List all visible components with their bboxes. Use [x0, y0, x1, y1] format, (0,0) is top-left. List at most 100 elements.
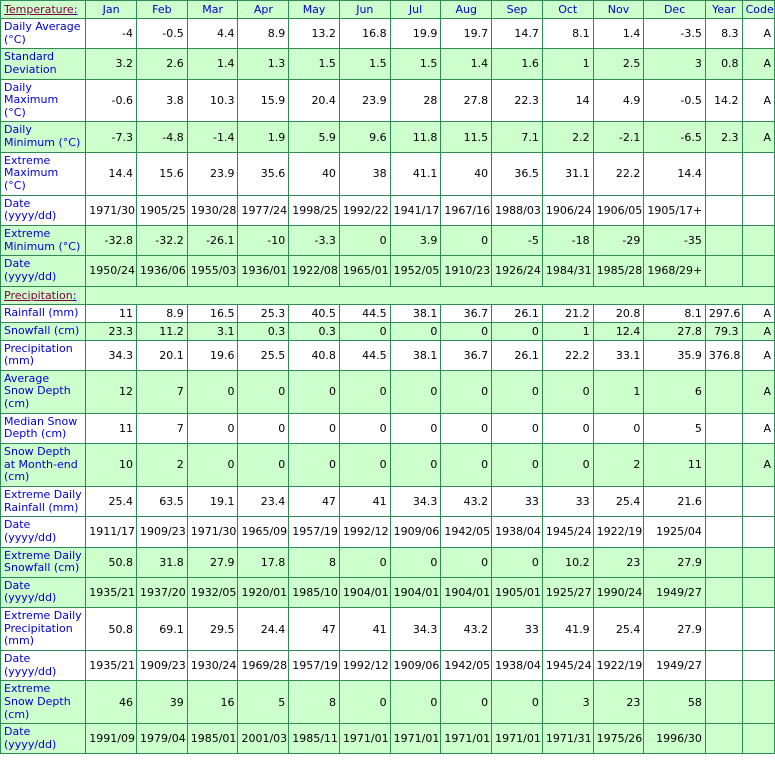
cell-sep: 26.1 — [491, 303, 543, 323]
cell-oct: 31.1 — [541, 151, 594, 196]
cell-jul: 1909/06 — [389, 516, 442, 548]
cell-aug: 36.7 — [440, 303, 493, 323]
cell-jun: 1904/01+ — [338, 576, 391, 609]
cell-feb: 1909/23 — [136, 516, 188, 548]
cell-apr: 1969/28 — [237, 649, 290, 682]
cell-jan: 46 — [85, 680, 137, 725]
cell-mar: 10.3 — [186, 78, 239, 123]
column-header-may: May — [288, 0, 340, 19]
column-header-jul: Jul — [389, 0, 442, 19]
cell-nov: 1.4 — [592, 17, 645, 50]
cell-feb: -4.8 — [136, 121, 188, 153]
cell-mar: 4.4 — [186, 17, 239, 50]
cell-feb: 63.5 — [136, 485, 188, 518]
cell-jun: 1.5 — [338, 48, 391, 80]
cell-sep: 36.5 — [491, 151, 543, 196]
cell-code — [741, 723, 775, 755]
cell-sep: 0 — [491, 546, 543, 578]
cell-jul: 3.9 — [389, 224, 442, 257]
cell-oct: 2.2 — [541, 121, 594, 153]
cell-apr: 0 — [237, 443, 290, 487]
cell-jun: 1992/22 — [338, 194, 391, 226]
cell-nov: 1922/19 — [592, 516, 645, 548]
cell-feb: 1979/04 — [136, 723, 188, 755]
cell-jul: 19.9 — [389, 17, 442, 50]
cell-feb: 7 — [136, 369, 188, 414]
cell-code — [741, 607, 775, 651]
cell-year — [704, 194, 743, 226]
cell-code: A — [741, 78, 775, 123]
cell-may: 1998/25 — [288, 194, 340, 226]
cell-code: A — [741, 121, 775, 153]
cell-may: 40.8 — [288, 339, 340, 371]
table-row: Date (yyyy/dd) 1911/17 1909/23 1971/30 1965/… — [0, 516, 775, 548]
cell-feb: 1937/20 — [136, 576, 188, 609]
table-row: Snowfall (cm) 23.3 11.2 3.1 0.3 0.3 0 0 0 0 1 12.4 2… — [0, 321, 775, 341]
cell-dec: 6 — [643, 369, 706, 414]
cell-nov: -2.1 — [592, 121, 645, 153]
cell-aug: 0 — [440, 443, 493, 487]
row-label: Date (yyyy/dd) — [0, 576, 87, 609]
cell-sep: 1971/01+ — [491, 723, 543, 755]
cell-feb: 8.9 — [136, 303, 188, 323]
cell-feb: 31.8 — [136, 546, 188, 578]
cell-may: 47 — [288, 485, 340, 518]
cell-jun: 1992/12 — [338, 649, 391, 682]
cell-apr: 25.5 — [237, 339, 290, 371]
table-row: Precipitation (mm) 34.3 20.1 19.6 25.5 40.8 44… — [0, 339, 775, 371]
cell-may: 0 — [288, 443, 340, 487]
cell-jul: 34.3 — [389, 485, 442, 518]
cell-jul: 1941/17 — [389, 194, 442, 226]
cell-apr: 23.4 — [237, 485, 290, 518]
row-label: Standard Deviation — [0, 48, 87, 80]
cell-jan: 10 — [85, 443, 137, 487]
cell-aug: 43.2 — [440, 607, 493, 651]
cell-year — [704, 255, 743, 287]
cell-year: 297.6 — [704, 303, 743, 323]
column-header-jun: Jun — [338, 0, 391, 19]
cell-nov: 25.4 — [592, 607, 645, 651]
cell-dec: 8.1 — [643, 303, 706, 323]
cell-dec: -0.5 — [643, 78, 706, 123]
cell-jun: 44.5 — [338, 303, 391, 323]
column-header-code: Code — [741, 0, 775, 19]
cell-code: A — [741, 369, 775, 414]
cell-jan: 34.3 — [85, 339, 137, 371]
cell-nov: 23 — [592, 680, 645, 725]
cell-jan: 11 — [85, 412, 137, 445]
cell-feb: 1905/25 — [136, 194, 188, 226]
cell-sep: 33 — [491, 607, 543, 651]
cell-dec: 11 — [643, 443, 706, 487]
section-title-colon: : — [73, 3, 78, 16]
cell-oct: 1971/31 — [541, 723, 594, 755]
cell-mar: 29.5 — [186, 607, 239, 651]
row-label: Daily Maximum (°C) — [0, 78, 87, 123]
cell-aug: 0 — [440, 680, 493, 725]
cell-jul: 1904/01+ — [389, 576, 442, 609]
cell-jun: 1965/01 — [338, 255, 391, 287]
cell-dec: 1925/04 — [643, 516, 706, 548]
cell-jan: 1935/21 — [85, 576, 137, 609]
cell-jan: 25.4 — [85, 485, 137, 518]
cell-feb: -0.5 — [136, 17, 188, 50]
cell-nov: 2.5 — [592, 48, 645, 80]
cell-code: A — [741, 412, 775, 445]
section-title-text: Precipitation — [4, 288, 73, 302]
cell-nov: -29 — [592, 224, 645, 257]
cell-oct: 14 — [541, 78, 594, 123]
cell-year: 79.3 — [704, 321, 743, 341]
cell-oct: 1945/24 — [541, 516, 594, 548]
row-label: Daily Minimum (°C) — [0, 121, 87, 153]
cell-dec: -6.5 — [643, 121, 706, 153]
cell-code: A — [741, 339, 775, 371]
cell-aug: 0 — [440, 369, 493, 414]
section-title-1: Temperature: — [0, 0, 87, 19]
cell-jun: 41 — [338, 607, 391, 651]
column-header-nov: Nov — [592, 0, 645, 19]
cell-mar: 3.1 — [186, 321, 239, 341]
cell-oct: 0 — [541, 412, 594, 445]
cell-jul: 0 — [389, 369, 442, 414]
cell-jun: 1971/01+ — [338, 723, 391, 755]
row-label: Average Snow Depth (cm) — [0, 369, 87, 414]
cell-apr: 1.9 — [237, 121, 290, 153]
